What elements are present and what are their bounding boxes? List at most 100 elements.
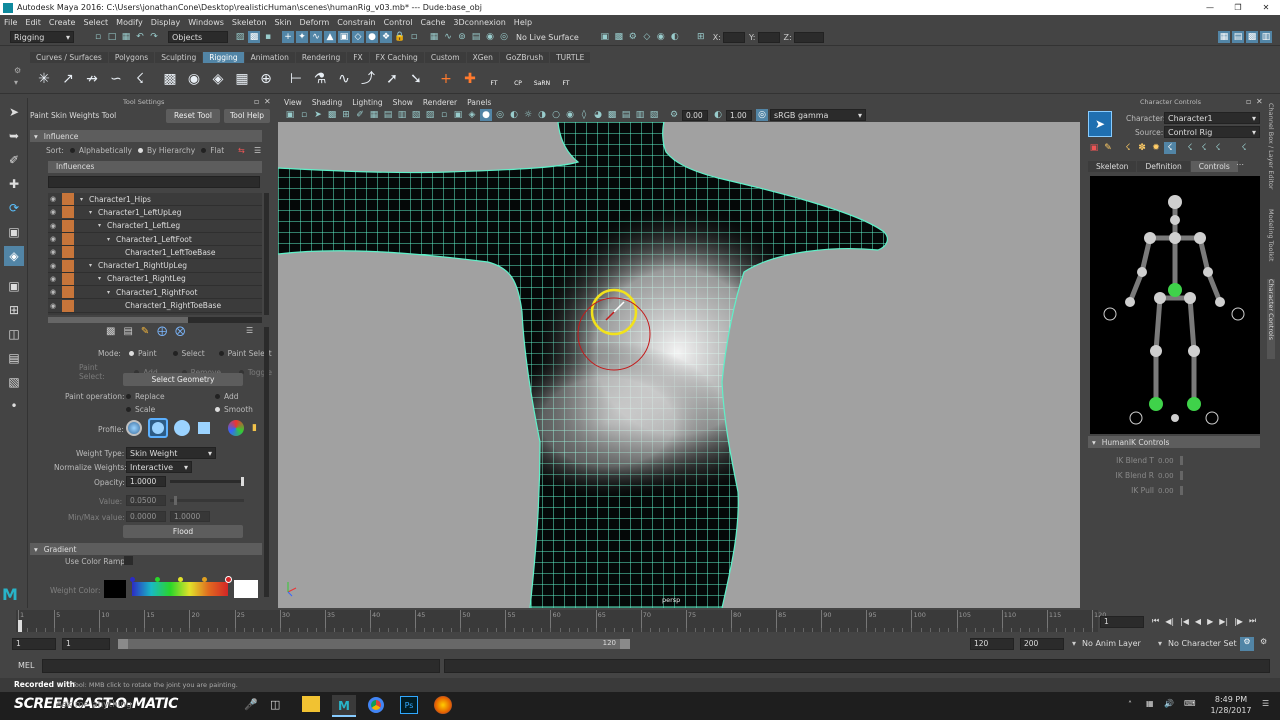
task-view-icon[interactable]: ◫ <box>270 698 280 711</box>
opacity-slider[interactable] <box>170 477 244 486</box>
reset-tool-button[interactable]: Reset Tool <box>166 109 220 123</box>
viewport-menu-panels[interactable]: Panels <box>467 98 491 107</box>
shelf-tab-gozbrush[interactable]: GoZBrush <box>499 52 550 63</box>
volume-icon[interactable]: 🔊 <box>1164 699 1174 708</box>
field-chart-icon[interactable]: ▨ <box>424 109 436 121</box>
photoshop-icon[interactable]: Ps <box>400 696 418 714</box>
xray-joints-icon[interactable]: ▥ <box>634 109 646 121</box>
mask-misc-icon[interactable]: ❖ <box>380 31 392 43</box>
weight-color-black-swatch[interactable] <box>104 580 126 598</box>
eye-icon[interactable]: ◉ <box>48 248 58 256</box>
mask-joint-icon[interactable]: ✦ <box>296 31 308 43</box>
anti-aliasing-icon[interactable]: ◊ <box>578 109 590 121</box>
step-back-key-icon[interactable]: ◀| <box>1165 617 1174 626</box>
ramp-marker-orange[interactable] <box>202 577 207 582</box>
hik-key-part-icon[interactable]: ☇ <box>1198 142 1210 154</box>
weight-color-ramp[interactable] <box>132 582 228 596</box>
influence-row[interactable]: ◉ Character1_RightToeBase <box>48 299 262 313</box>
viewport-menu-show[interactable]: Show <box>393 98 413 107</box>
hik-full-body-icon[interactable]: ☇ <box>1164 142 1176 154</box>
expand-arrow-icon[interactable]: ▾ <box>80 196 89 203</box>
transform-mode-icon[interactable]: ⊞ <box>695 31 707 43</box>
use-all-lights-icon[interactable]: ☼ <box>522 109 534 121</box>
paint-operation-scale[interactable]: Scale <box>126 405 155 414</box>
snap-live-icon[interactable]: ◉ <box>484 31 496 43</box>
last-tool-icon[interactable]: ◈ <box>4 246 24 266</box>
select-influence-icon[interactable]: ✎ <box>141 326 149 337</box>
xray-icon[interactable]: ▤ <box>620 109 632 121</box>
copy-weights-icon[interactable]: ▩ <box>106 326 115 337</box>
move-weights-icon[interactable]: ⨁ <box>157 326 167 337</box>
influence-list-scrollbar[interactable] <box>264 193 269 315</box>
ramp-marker-blue[interactable] <box>130 577 135 582</box>
menu-file[interactable]: File <box>4 18 17 27</box>
snap-point-icon[interactable]: ⊚ <box>456 31 468 43</box>
mask-handle-icon[interactable]: + <box>282 31 294 43</box>
menu-3dconnexion[interactable]: 3Dconnexion <box>453 18 505 27</box>
menu-cache[interactable]: Cache <box>421 18 446 27</box>
outliner-layout-icon[interactable]: ▤ <box>4 348 24 368</box>
pin-influence-icon[interactable]: ⨂ <box>175 326 185 337</box>
ramp-marker-green[interactable] <box>155 577 160 582</box>
playback-end-field[interactable]: 120 <box>970 638 1014 650</box>
expand-arrow-icon[interactable]: ▾ <box>107 289 116 296</box>
mask-deform-icon[interactable]: ▣ <box>338 31 350 43</box>
resolution-gate-icon[interactable]: ▥ <box>396 109 408 121</box>
side-tab-channel-box[interactable]: Channel Box / Layer Editor <box>1267 103 1275 213</box>
character-set-dropdown[interactable]: ▾ No Character Set <box>1158 639 1237 648</box>
influence-row[interactable]: ◉ ▾ Character1_LeftLeg <box>48 219 262 233</box>
viewport-persp[interactable]: persp <box>278 122 1080 608</box>
ambient-occlusion-icon[interactable]: ○ <box>550 109 562 121</box>
influence-row[interactable]: ◉ Character1_LeftToeBase <box>48 246 262 260</box>
flood-button[interactable]: Flood <box>123 525 243 538</box>
viewport-menu-renderer[interactable]: Renderer <box>423 98 457 107</box>
color-management-icon[interactable]: ◎ <box>756 109 768 121</box>
film-gate-icon[interactable]: ▤ <box>382 109 394 121</box>
viewport-menu-lighting[interactable]: Lighting <box>352 98 382 107</box>
expand-arrow-icon[interactable]: ▾ <box>89 262 98 269</box>
expand-arrow-icon[interactable]: ▾ <box>98 222 107 229</box>
shelf-tab-sculpting[interactable]: Sculpting <box>155 52 203 63</box>
paint-operation-add[interactable]: Add <box>215 392 239 401</box>
command-input[interactable] <box>42 659 440 673</box>
grease-pencil-icon[interactable]: ✐ <box>354 109 366 121</box>
influence-color-swatch[interactable] <box>62 286 74 299</box>
mel-label[interactable]: MEL <box>18 661 34 670</box>
influence-row[interactable]: ◉ ▾ Character1_Hips <box>48 193 262 207</box>
cortana-search[interactable]: Ask me anything <box>56 700 132 710</box>
menu-skin[interactable]: Skin <box>275 18 292 27</box>
single-view-layout-icon[interactable]: ▣ <box>4 276 24 296</box>
ramp-marker-yellow[interactable] <box>178 577 183 582</box>
graph-layout-icon[interactable]: ▧ <box>4 372 24 392</box>
panel-float-icon[interactable]: ▫ <box>1246 97 1251 106</box>
ik-handle-icon[interactable]: ↛ <box>82 68 102 90</box>
influence-section-header[interactable]: ▾ Influence <box>30 130 262 142</box>
influence-color-swatch[interactable] <box>62 193 74 206</box>
more-layouts-icon[interactable]: • <box>4 396 24 416</box>
eye-icon[interactable]: ◉ <box>48 208 58 216</box>
range-bar[interactable]: 120 <box>118 639 630 649</box>
firefox-icon[interactable] <box>434 696 452 714</box>
tray-up-icon[interactable]: ˄ <box>1128 700 1132 709</box>
safe-title-icon[interactable]: ▣ <box>452 109 464 121</box>
profile-folder-icon[interactable]: ▮ <box>252 423 257 433</box>
depth-of-field-icon[interactable]: ◕ <box>592 109 604 121</box>
shelf-tab-custom[interactable]: Custom <box>424 52 466 63</box>
influence-row[interactable]: ◉ ▾ Character1_RightLeg <box>48 272 262 287</box>
expand-arrow-icon[interactable]: ▾ <box>98 275 107 282</box>
range-end-handle[interactable] <box>620 639 630 649</box>
menu-windows[interactable]: Windows <box>188 18 224 27</box>
profile-soft-icon[interactable] <box>148 418 168 438</box>
sort-alphabetically-radio[interactable] <box>69 148 75 153</box>
use-color-ramp-checkbox[interactable] <box>124 556 133 565</box>
current-frame-field[interactable]: 1 <box>1100 616 1144 628</box>
go-to-end-icon[interactable]: ⏭ <box>1249 616 1256 626</box>
influence-row[interactable]: ◉ ▾ Character1_RightFoot <box>48 286 262 300</box>
smooth-shade-icon[interactable]: ● <box>480 109 492 121</box>
hik-key-body-icon[interactable]: ☇ <box>1184 142 1196 154</box>
weight-type-dropdown[interactable]: Skin Weight ▾ <box>126 447 216 459</box>
anim-layer-dropdown[interactable]: ▾ No Anim Layer <box>1072 639 1141 648</box>
smooth-bind-icon[interactable]: ◉ <box>184 68 204 90</box>
menu-skeleton[interactable]: Skeleton <box>232 18 267 27</box>
add-attribute-icon[interactable]: + <box>436 68 456 90</box>
